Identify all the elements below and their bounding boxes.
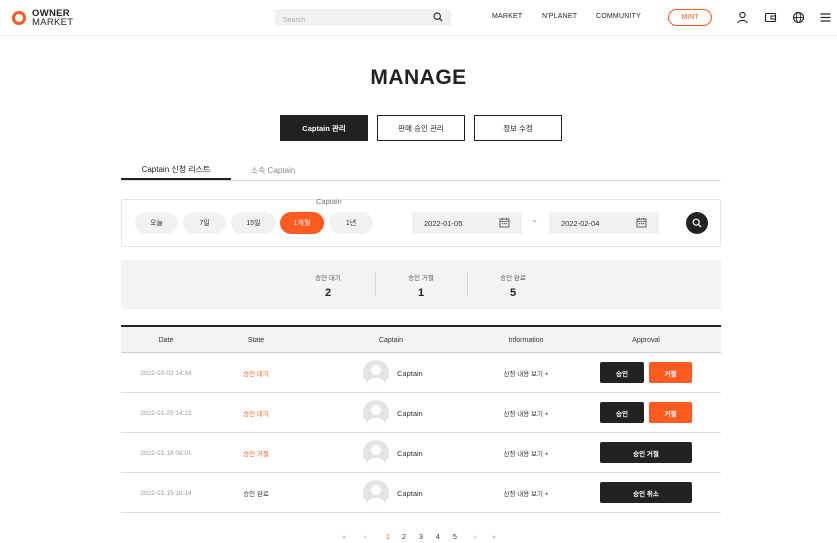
col-state: State bbox=[247, 336, 265, 344]
nav-community[interactable]: COMMUNITY bbox=[596, 13, 641, 20]
avatar-placeholder-icon bbox=[367, 405, 385, 426]
period-7days[interactable]: 7일 bbox=[183, 212, 226, 234]
stat-label: 승인 거절 bbox=[408, 275, 434, 282]
approve-button[interactable]: 승인 bbox=[600, 362, 644, 383]
date-from-field[interactable]: 2022-01-05 bbox=[412, 212, 522, 234]
page-4[interactable]: 4 bbox=[436, 534, 440, 541]
tab-captain-manage[interactable]: Captain 관리 bbox=[280, 115, 368, 141]
stat-divider bbox=[375, 272, 376, 296]
col-approval: Approval bbox=[632, 336, 660, 344]
nav-nplanet[interactable]: N'PLANET bbox=[542, 13, 577, 20]
calendar-icon[interactable] bbox=[499, 217, 510, 228]
row-captain-name[interactable]: Captain bbox=[397, 393, 423, 433]
table-row: 2022-01-18 09:01 승인 거절 Captain 신청 내용 보기 … bbox=[121, 433, 721, 473]
date-to-value: 2022-02-04 bbox=[561, 218, 600, 228]
table-header: Date State Captain Information Approval bbox=[121, 325, 721, 353]
tab-sales-approval[interactable]: 판매 승인 관리 bbox=[377, 115, 465, 141]
view-application-link[interactable]: 신청 내용 보기 + bbox=[466, 473, 586, 513]
subtab-affiliated-captain[interactable]: 소속 Captain bbox=[235, 160, 311, 180]
mint-button[interactable]: MINT bbox=[668, 9, 712, 26]
search-icon[interactable] bbox=[433, 12, 443, 22]
view-application-link[interactable]: 신청 내용 보기 + bbox=[466, 353, 586, 393]
period-1year[interactable]: 1년 bbox=[329, 212, 373, 234]
table-row: 2022-01-25 14:23 승인 대기 Captain 신청 내용 보기 … bbox=[121, 393, 721, 433]
date-from-value: 2022-01-05 bbox=[424, 218, 463, 228]
date-to-field[interactable]: 2022-02-04 bbox=[549, 212, 659, 234]
stat-value: 5 bbox=[509, 287, 517, 299]
stat-divider bbox=[467, 272, 468, 296]
view-application-link[interactable]: 신청 내용 보기 + bbox=[466, 433, 586, 473]
stat-value: 2 bbox=[324, 287, 332, 299]
menu-icon[interactable] bbox=[819, 11, 832, 24]
sub-tabs: Captain 신청 리스트 소속 Captain bbox=[121, 160, 721, 181]
avatar-placeholder-icon bbox=[367, 365, 385, 386]
view-application-link[interactable]: 신청 내용 보기 + bbox=[466, 393, 586, 433]
row-date: 2022-01-15 16:14 bbox=[140, 489, 192, 497]
avatar bbox=[363, 480, 389, 506]
stat-pending: 승인 대기 2 bbox=[288, 272, 368, 299]
logo-line2: MARKET bbox=[32, 17, 74, 28]
avatar bbox=[363, 400, 389, 426]
filter-search-button[interactable] bbox=[686, 212, 708, 234]
stat-label: 승인 완료 bbox=[500, 275, 526, 282]
search-bar bbox=[275, 9, 451, 29]
logo-text: OWNER MARKET bbox=[32, 9, 74, 28]
row-captain-name[interactable]: Captain bbox=[397, 353, 423, 393]
row-captain-name[interactable]: Captain bbox=[397, 433, 423, 473]
avatar-placeholder-icon bbox=[367, 445, 385, 466]
reject-button[interactable]: 거절 bbox=[649, 362, 692, 383]
calendar-icon[interactable] bbox=[636, 217, 647, 228]
page-prev-button[interactable]: ‹ bbox=[364, 534, 366, 541]
row-captain-name[interactable]: Captain bbox=[397, 473, 423, 513]
logo[interactable]: OWNER MARKET bbox=[12, 9, 73, 27]
avatar bbox=[363, 440, 389, 466]
page-title: MANAGE bbox=[370, 66, 467, 89]
period-15days[interactable]: 15일 bbox=[231, 212, 276, 234]
col-captain: Captain bbox=[378, 336, 404, 344]
stat-label: 승인 대기 bbox=[315, 275, 341, 282]
table-row: 2022-01-15 16:14 승인 완료 Captain 신청 내용 보기 … bbox=[121, 473, 721, 513]
stat-approved: 승인 완료 5 bbox=[473, 272, 553, 299]
subtab-captain-applications[interactable]: Captain 신청 리스트 bbox=[121, 160, 231, 180]
table-row: 2022-02-03 14:34 승인 대기 Captain 신청 내용 보기 … bbox=[121, 353, 721, 393]
top-header: OWNER MARKET MARKET N'PLANET COMMUNITY M… bbox=[0, 0, 837, 36]
period-today[interactable]: 오늘 bbox=[135, 212, 178, 234]
stat-rejected: 승인 거절 1 bbox=[381, 272, 461, 299]
avatar-placeholder-icon bbox=[367, 485, 385, 506]
page-2[interactable]: 2 bbox=[402, 534, 406, 541]
nav-market[interactable]: MARKET bbox=[492, 13, 522, 20]
page-last-button[interactable]: » bbox=[492, 534, 496, 541]
stats-panel: 승인 대기 2 승인 거절 1 승인 완료 5 bbox=[121, 260, 721, 309]
stat-value: 1 bbox=[417, 287, 425, 299]
page-5[interactable]: 5 bbox=[453, 534, 457, 541]
search-input[interactable] bbox=[275, 12, 425, 29]
row-state: 승인 대기 bbox=[243, 371, 269, 378]
row-state: 승인 완료 bbox=[243, 491, 269, 498]
row-state: 승인 대기 bbox=[243, 411, 269, 418]
user-icon[interactable] bbox=[736, 11, 749, 24]
row-state: 승인 거절 bbox=[243, 451, 269, 458]
page-3[interactable]: 3 bbox=[419, 534, 423, 541]
tab-info-edit[interactable]: 정보 수정 bbox=[474, 115, 562, 141]
wallet-icon[interactable] bbox=[764, 11, 777, 24]
page-first-button[interactable]: « bbox=[342, 534, 346, 541]
col-date: Date bbox=[158, 336, 174, 344]
page-1[interactable]: 1 bbox=[386, 534, 390, 541]
col-information: Information bbox=[508, 336, 544, 344]
row-date: 2022-02-03 14:34 bbox=[140, 369, 192, 377]
filter-section-label: Captain bbox=[316, 197, 342, 206]
page-next-button[interactable]: › bbox=[474, 534, 476, 541]
reject-button[interactable]: 거절 bbox=[649, 402, 692, 423]
row-date: 2022-01-25 14:23 bbox=[140, 409, 192, 417]
cancel-approval-button[interactable]: 승인 취소 bbox=[600, 482, 692, 503]
search-icon bbox=[692, 218, 702, 228]
logo-ring-icon bbox=[12, 11, 26, 25]
globe-icon[interactable] bbox=[792, 11, 805, 24]
period-1month[interactable]: 1개월 bbox=[280, 212, 324, 234]
approve-button[interactable]: 승인 bbox=[600, 402, 644, 423]
date-separator: ~ bbox=[532, 217, 537, 226]
row-date: 2022-01-18 09:01 bbox=[140, 449, 192, 457]
rejected-status-button[interactable]: 승인 거절 bbox=[600, 442, 692, 463]
avatar bbox=[363, 360, 389, 386]
